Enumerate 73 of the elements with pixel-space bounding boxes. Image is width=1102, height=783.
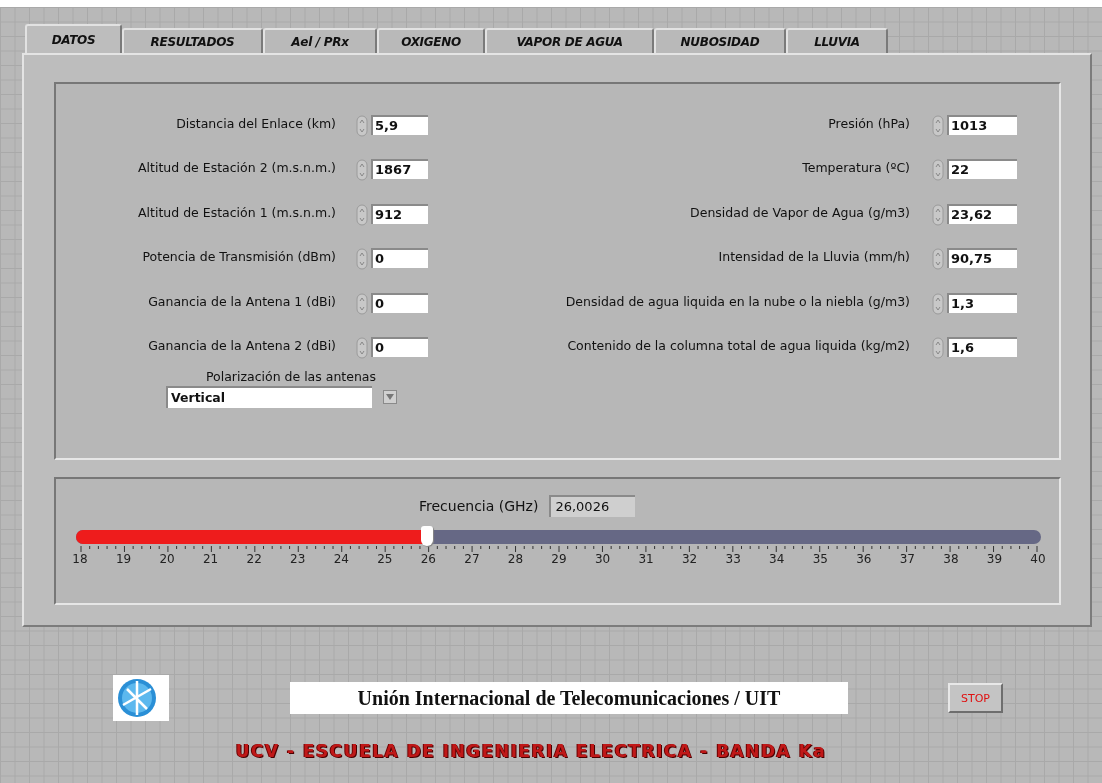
tab[interactable]: DATOS [25,24,122,53]
numeric-field[interactable]: 1,3 [947,292,1017,313]
tab[interactable]: Ael / PRx [263,28,377,53]
tick-label: 40 [1030,552,1046,566]
spinner-icon[interactable] [932,292,944,315]
tick-label: 27 [464,552,480,566]
field-label: Potencia de Transmisión (dBm) [141,248,336,267]
field-label: Temperatura (ºC) [802,159,910,178]
field-label: Ganancia de la Antena 1 (dBi) [147,292,336,311]
numeric-field[interactable]: 0 [371,292,428,313]
tick-label: 37 [899,552,915,566]
numeric-field[interactable]: 0 [371,248,428,269]
spinner-icon[interactable] [356,248,368,271]
tick-label: 21 [203,552,219,566]
spinner-icon[interactable] [356,115,368,137]
tab[interactable]: LLUVIA [786,28,888,53]
tick-label: 22 [246,552,262,566]
footer-title: UCV - ESCUELA DE INGENIERIA ELECTRICA - BANDA Ka [234,741,828,761]
field-label: Presión (hPa) [828,115,910,133]
field-label: Altitud de Estación 2 (m.s.n.m.) [137,159,336,178]
spinner-icon[interactable] [932,248,944,271]
field-label: Ganancia de la Antena 2 (dBi) [147,336,336,355]
dropdown-field[interactable]: Vertical [166,386,372,409]
globe-logo-icon [113,675,169,721]
tick-label: 23 [290,552,306,566]
numeric-field[interactable]: 0 [371,336,428,357]
tick-label: 35 [812,552,828,566]
tick-label: 34 [769,552,785,566]
value-indicator: 26,0026 [549,495,636,517]
spinner-icon[interactable] [356,292,368,315]
field-label: Distancia del Enlace (km) [175,115,336,133]
numeric-field[interactable]: 22 [947,159,1017,180]
spinner-icon[interactable] [932,115,944,137]
tick-label: 30 [594,552,611,566]
numeric-field[interactable]: 5,9 [371,115,428,135]
field-label: Intensidad de la Lluvia (mm/h) [718,248,910,267]
numeric-field[interactable]: 1013 [947,115,1017,135]
spinner-icon[interactable] [356,336,368,359]
field-label: Frecuencia (GHz) [419,498,539,514]
tick-label: 36 [856,552,872,566]
spinner-icon[interactable] [356,159,368,182]
tick-label: 33 [725,552,741,566]
numeric-field[interactable]: 912 [371,203,428,224]
spinner-icon[interactable] [356,203,368,226]
tick-label: 24 [333,552,349,566]
tick-label: 31 [638,552,654,566]
field-label: Densidad de Vapor de Agua (g/m3) [690,203,910,222]
tick-label: 39 [986,552,1003,566]
numeric-field[interactable]: 1867 [371,159,428,180]
field-label: Densidad de agua liquida en la nube o la niebla (g/m3) [565,292,910,311]
tick-label: 19 [115,552,132,566]
tab[interactable]: RESULTADOS [122,28,263,53]
tab[interactable]: VAPOR DE AGUA [485,28,654,53]
tick-label: 26 [420,552,436,566]
numeric-field[interactable]: 90,75 [947,248,1017,269]
tick-label: 20 [159,552,175,566]
spinner-icon[interactable] [932,336,944,359]
tick-label: 28 [507,552,524,566]
spinner-icon[interactable] [932,203,944,226]
tick-label: 29 [551,552,567,566]
tab[interactable]: OXIGENO [377,28,485,53]
tick-label: 38 [943,552,959,566]
field-label: Polarización de las antenas [204,368,378,387]
field-label: Altitud de Estación 1 (m.s.n.m.) [137,203,336,222]
tick-label: 18 [72,552,88,566]
tick-label: 32 [682,552,698,566]
spinner-icon[interactable] [932,159,944,182]
organization-title: Unión Internacional de Telecomunicaciones / UIT [290,682,848,714]
tab[interactable]: NUBOSIDAD [654,28,786,53]
field-label: Contenido de la columna total de agua liquida (kg/m2) [567,336,910,355]
numeric-field[interactable]: 23,62 [947,203,1017,224]
tick-label: 25 [377,552,393,566]
numeric-field[interactable]: 1,6 [947,336,1017,357]
